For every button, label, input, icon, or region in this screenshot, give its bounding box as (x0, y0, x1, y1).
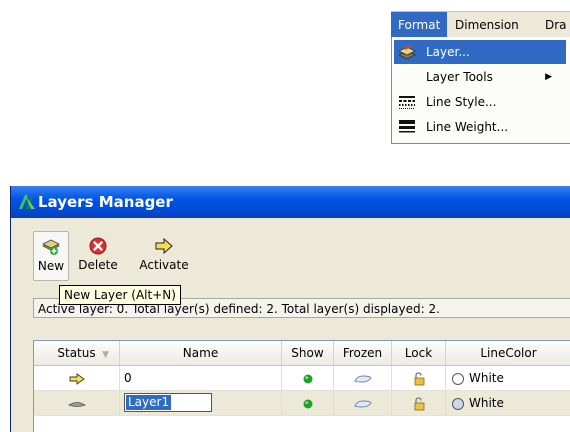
menu-item-label: Layer... (426, 45, 470, 59)
menu-item-label: Line Weight... (426, 120, 509, 134)
show-on-icon[interactable] (282, 391, 334, 415)
color-name: White (469, 371, 504, 385)
line-color-cell[interactable]: White (446, 391, 570, 415)
line-color-cell[interactable]: White (446, 366, 570, 390)
menu-item-label: Line Style... (426, 95, 497, 109)
color-name: White (469, 396, 504, 410)
layer-name[interactable]: 0 (120, 366, 282, 390)
menu-draw[interactable]: Dra (538, 12, 570, 38)
app-logo-icon (17, 193, 37, 211)
column-header-name[interactable]: Name (120, 341, 282, 365)
delete-layer-button[interactable]: Delete (73, 231, 123, 279)
layer-icon[interactable] (34, 391, 120, 415)
line-weight-icon (398, 119, 416, 135)
layers-manager-dialog: Layers Manager New Delete Activate New L… (10, 186, 570, 432)
sort-icon: ▼ (102, 350, 109, 360)
column-header-status[interactable]: Status ▼ (34, 341, 120, 365)
color-swatch-icon (452, 372, 464, 385)
line-style-icon (398, 94, 416, 110)
column-label: Status (57, 346, 96, 360)
menu-format[interactable]: Format (391, 12, 448, 38)
new-button-label: New (37, 259, 65, 273)
layer-name-selected-text: Layer1 (126, 395, 172, 410)
new-layer-icon (42, 238, 60, 256)
layer-name-editor[interactable]: Layer1 (120, 391, 282, 415)
menu-item-layer-tools[interactable]: Layer Tools ▶ (394, 65, 566, 89)
menu-item-line-style[interactable]: Line Style... (394, 90, 566, 114)
grid-header: Status ▼ Name Show Frozen Lock LineColor (34, 341, 570, 366)
activate-layer-button[interactable]: Activate (129, 231, 199, 279)
dialog-body: New Delete Activate New Layer (Alt+N) Ac… (11, 218, 570, 432)
dialog-title: Layers Manager (38, 193, 173, 211)
table-row[interactable]: 0 White (34, 366, 570, 391)
frozen-off-icon[interactable] (334, 366, 392, 390)
column-header-show[interactable]: Show (282, 341, 334, 365)
submenu-arrow-icon: ▶ (545, 72, 552, 82)
column-header-linecolor[interactable]: LineColor (446, 341, 570, 365)
show-on-icon[interactable] (282, 366, 334, 390)
menu-bar: Format Dimension Dra (391, 11, 570, 38)
color-swatch-icon (452, 397, 464, 410)
menu-item-layer[interactable]: Layer... (394, 40, 566, 64)
column-header-frozen[interactable]: Frozen (334, 341, 392, 365)
activate-arrow-icon (155, 237, 173, 255)
format-menu: Layer... Layer Tools ▶ Line Style... Lin… (391, 37, 570, 144)
unlocked-icon[interactable] (392, 391, 446, 415)
layers-grid: Status ▼ Name Show Frozen Lock LineColor… (33, 340, 570, 432)
title-bar[interactable]: Layers Manager (11, 186, 570, 218)
layer-icon (398, 44, 416, 60)
active-arrow-icon[interactable] (34, 366, 120, 390)
layer-name-input[interactable]: Layer1 (124, 393, 212, 412)
delete-button-label: Delete (78, 258, 118, 272)
unlocked-icon[interactable] (392, 366, 446, 390)
table-row[interactable]: Layer1 White (34, 391, 570, 416)
menu-item-line-weight[interactable]: Line Weight... (394, 115, 566, 139)
menu-item-label: Layer Tools (426, 70, 493, 84)
menu-dimension[interactable]: Dimension (448, 12, 526, 38)
delete-icon (89, 237, 107, 255)
new-layer-button[interactable]: New (33, 231, 69, 281)
activate-button-label: Activate (139, 258, 189, 272)
new-layer-tooltip: New Layer (Alt+N) (59, 285, 181, 305)
column-header-lock[interactable]: Lock (392, 341, 446, 365)
frozen-off-icon[interactable] (334, 391, 392, 415)
